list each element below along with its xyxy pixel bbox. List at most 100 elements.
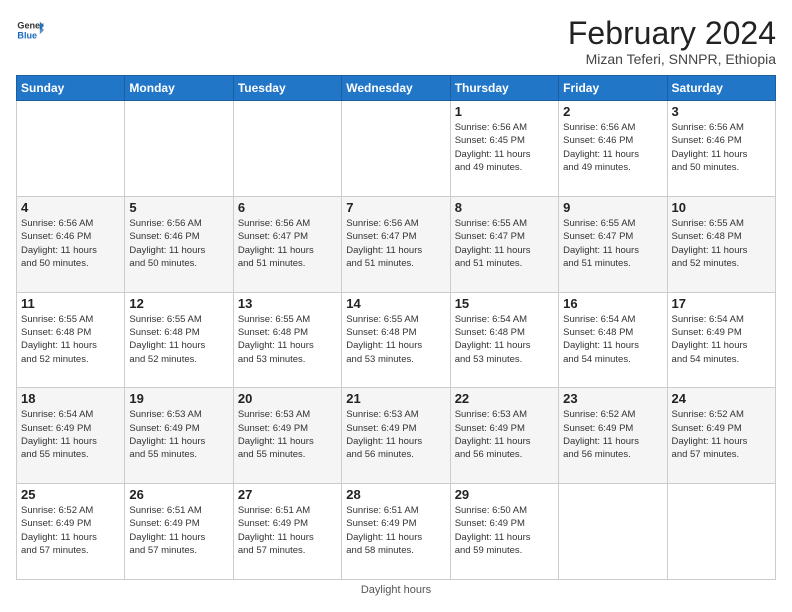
day-number: 21 [346,391,445,406]
calendar-cell [17,101,125,197]
day-info: Sunrise: 6:51 AM Sunset: 6:49 PM Dayligh… [238,504,337,557]
col-friday: Friday [559,76,667,101]
day-number: 26 [129,487,228,502]
day-number: 24 [672,391,771,406]
calendar-week-1: 4 Sunrise: 6:56 AM Sunset: 6:46 PM Daylig… [17,196,776,292]
day-info: Sunrise: 6:53 AM Sunset: 6:49 PM Dayligh… [455,408,554,461]
day-info: Sunrise: 6:55 AM Sunset: 6:48 PM Dayligh… [238,313,337,366]
day-number: 19 [129,391,228,406]
day-info: Sunrise: 6:54 AM Sunset: 6:49 PM Dayligh… [21,408,120,461]
day-info: Sunrise: 6:53 AM Sunset: 6:49 PM Dayligh… [129,408,228,461]
calendar-cell: 29 Sunrise: 6:50 AM Sunset: 6:49 PM Dayli… [450,484,558,580]
calendar-cell: 11 Sunrise: 6:55 AM Sunset: 6:48 PM Dayli… [17,292,125,388]
day-number: 23 [563,391,662,406]
calendar-cell: 4 Sunrise: 6:56 AM Sunset: 6:46 PM Daylig… [17,196,125,292]
calendar-cell: 24 Sunrise: 6:52 AM Sunset: 6:49 PM Dayli… [667,388,775,484]
day-number: 2 [563,104,662,119]
day-info: Sunrise: 6:55 AM Sunset: 6:48 PM Dayligh… [21,313,120,366]
day-number: 9 [563,200,662,215]
calendar-cell: 22Sunrise: 6:53 AM Sunset: 6:49 PM Dayli… [450,388,558,484]
day-number: 29 [455,487,554,502]
day-info: Sunrise: 6:55 AM Sunset: 6:47 PM Dayligh… [563,217,662,270]
calendar-cell [342,101,450,197]
day-number: 14 [346,296,445,311]
day-info: Sunrise: 6:53 AM Sunset: 6:49 PM Dayligh… [238,408,337,461]
col-monday: Monday [125,76,233,101]
calendar-cell: 17 Sunrise: 6:54 AM Sunset: 6:49 PM Dayli… [667,292,775,388]
col-wednesday: Wednesday [342,76,450,101]
day-info: Sunrise: 6:55 AM Sunset: 6:47 PM Dayligh… [455,217,554,270]
day-number: 17 [672,296,771,311]
day-number: 7 [346,200,445,215]
day-number: 12 [129,296,228,311]
day-info: Sunrise: 6:51 AM Sunset: 6:49 PM Dayligh… [346,504,445,557]
calendar-cell: 1Sunrise: 6:56 AM Sunset: 6:45 PM Daylig… [450,101,558,197]
calendar-cell: 25Sunrise: 6:52 AM Sunset: 6:49 PM Dayli… [17,484,125,580]
day-info: Sunrise: 6:54 AM Sunset: 6:48 PM Dayligh… [563,313,662,366]
day-number: 13 [238,296,337,311]
calendar-cell: 7 Sunrise: 6:56 AM Sunset: 6:47 PM Daylig… [342,196,450,292]
calendar-cell: 13 Sunrise: 6:55 AM Sunset: 6:48 PM Dayli… [233,292,341,388]
day-info: Sunrise: 6:56 AM Sunset: 6:46 PM Dayligh… [672,121,771,174]
calendar-cell [559,484,667,580]
day-info: Sunrise: 6:55 AM Sunset: 6:48 PM Dayligh… [672,217,771,270]
day-info: Sunrise: 6:56 AM Sunset: 6:47 PM Dayligh… [346,217,445,270]
calendar-header-row: Sunday Monday Tuesday Wednesday Thursday… [17,76,776,101]
day-number: 27 [238,487,337,502]
calendar-cell: 8Sunrise: 6:55 AM Sunset: 6:47 PM Daylig… [450,196,558,292]
day-info: Sunrise: 6:55 AM Sunset: 6:48 PM Dayligh… [346,313,445,366]
day-info: Sunrise: 6:52 AM Sunset: 6:49 PM Dayligh… [563,408,662,461]
title-block: February 2024 Mizan Teferi, SNNPR, Ethio… [568,16,776,67]
calendar-cell: 10 Sunrise: 6:55 AM Sunset: 6:48 PM Dayli… [667,196,775,292]
day-number: 1 [455,104,554,119]
calendar-cell: 15 Sunrise: 6:54 AM Sunset: 6:48 PM Dayli… [450,292,558,388]
calendar-week-2: 11 Sunrise: 6:55 AM Sunset: 6:48 PM Dayli… [17,292,776,388]
header: General Blue February 2024 Mizan Teferi,… [16,16,776,67]
calendar-cell: 26 Sunrise: 6:51 AM Sunset: 6:49 PM Dayli… [125,484,233,580]
logo-icon: General Blue [16,16,44,44]
day-number: 6 [238,200,337,215]
calendar-cell: 3Sunrise: 6:56 AM Sunset: 6:46 PM Daylig… [667,101,775,197]
month-title: February 2024 [568,16,776,51]
svg-text:Blue: Blue [17,30,37,40]
day-number: 18 [21,391,120,406]
location: Mizan Teferi, SNNPR, Ethiopia [568,51,776,67]
day-number: 15 [455,296,554,311]
calendar-cell: 20 Sunrise: 6:53 AM Sunset: 6:49 PM Dayli… [233,388,341,484]
calendar-cell: 14 Sunrise: 6:55 AM Sunset: 6:48 PM Dayli… [342,292,450,388]
day-info: Sunrise: 6:56 AM Sunset: 6:46 PM Dayligh… [129,217,228,270]
calendar-cell: 5 Sunrise: 6:56 AM Sunset: 6:46 PM Daylig… [125,196,233,292]
calendar-cell: 19 Sunrise: 6:53 AM Sunset: 6:49 PM Dayli… [125,388,233,484]
day-number: 11 [21,296,120,311]
col-sunday: Sunday [17,76,125,101]
day-info: Sunrise: 6:54 AM Sunset: 6:49 PM Dayligh… [672,313,771,366]
calendar-cell: 6Sunrise: 6:56 AM Sunset: 6:47 PM Daylig… [233,196,341,292]
day-info: Sunrise: 6:54 AM Sunset: 6:48 PM Dayligh… [455,313,554,366]
day-info: Sunrise: 6:56 AM Sunset: 6:46 PM Dayligh… [563,121,662,174]
day-info: Sunrise: 6:56 AM Sunset: 6:46 PM Dayligh… [21,217,120,270]
calendar-cell: 28Sunrise: 6:51 AM Sunset: 6:49 PM Dayli… [342,484,450,580]
calendar-cell: 18 Sunrise: 6:54 AM Sunset: 6:49 PM Dayli… [17,388,125,484]
calendar-cell: 2 Sunrise: 6:56 AM Sunset: 6:46 PM Daylig… [559,101,667,197]
day-number: 4 [21,200,120,215]
calendar-cell [125,101,233,197]
calendar-cell: 23 Sunrise: 6:52 AM Sunset: 6:49 PM Dayli… [559,388,667,484]
page: General Blue February 2024 Mizan Teferi,… [0,0,792,612]
calendar-week-0: 1Sunrise: 6:56 AM Sunset: 6:45 PM Daylig… [17,101,776,197]
day-number: 5 [129,200,228,215]
day-info: Sunrise: 6:52 AM Sunset: 6:49 PM Dayligh… [672,408,771,461]
day-info: Sunrise: 6:53 AM Sunset: 6:49 PM Dayligh… [346,408,445,461]
day-number: 10 [672,200,771,215]
calendar-cell: 16Sunrise: 6:54 AM Sunset: 6:48 PM Dayli… [559,292,667,388]
col-tuesday: Tuesday [233,76,341,101]
day-number: 25 [21,487,120,502]
calendar-table: Sunday Monday Tuesday Wednesday Thursday… [16,75,776,580]
day-info: Sunrise: 6:55 AM Sunset: 6:48 PM Dayligh… [129,313,228,366]
calendar-week-4: 25Sunrise: 6:52 AM Sunset: 6:49 PM Dayli… [17,484,776,580]
logo: General Blue [16,16,44,44]
day-info: Sunrise: 6:50 AM Sunset: 6:49 PM Dayligh… [455,504,554,557]
day-number: 20 [238,391,337,406]
col-saturday: Saturday [667,76,775,101]
day-info: Sunrise: 6:51 AM Sunset: 6:49 PM Dayligh… [129,504,228,557]
calendar-cell [667,484,775,580]
